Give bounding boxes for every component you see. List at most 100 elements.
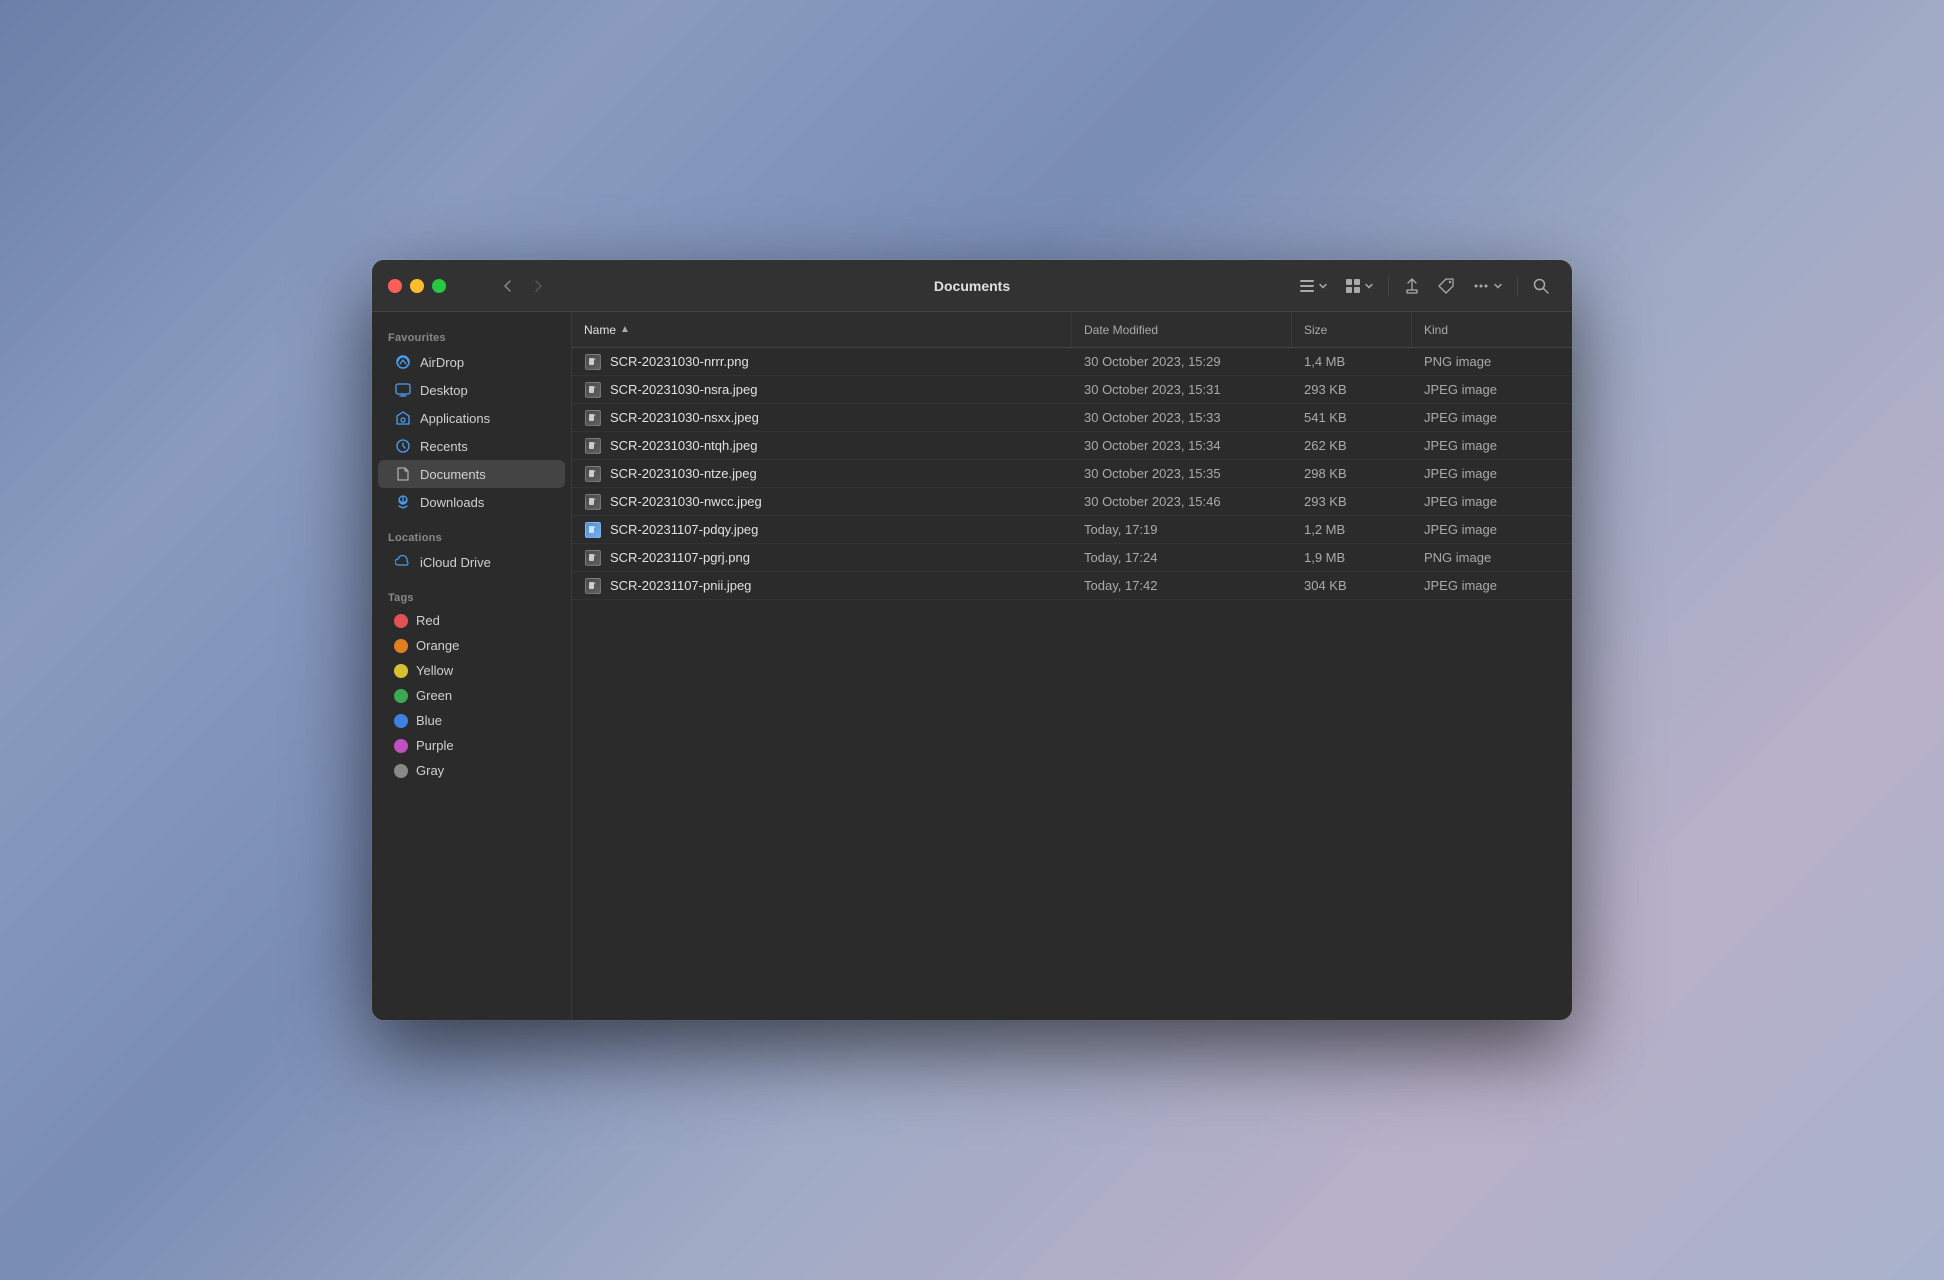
file-size: 298 KB — [1292, 466, 1412, 481]
tag-dot-purple — [394, 739, 408, 753]
file-date: 30 October 2023, 15:35 — [1072, 466, 1292, 481]
locations-label: Locations — [372, 524, 571, 548]
sidebar-item-recents[interactable]: Recents — [378, 432, 565, 460]
back-button[interactable] — [494, 272, 522, 300]
sidebar-item-tag-green[interactable]: Green — [378, 683, 565, 708]
file-date: Today, 17:24 — [1072, 550, 1292, 565]
col-header-name[interactable]: Name ▲ — [572, 312, 1072, 347]
file-date: 30 October 2023, 15:46 — [1072, 494, 1292, 509]
table-row[interactable]: SCR-20231030-nrrr.png 30 October 2023, 1… — [572, 348, 1572, 376]
file-kind: PNG image — [1412, 354, 1572, 369]
sidebar-item-icloud[interactable]: iCloud Drive — [378, 548, 565, 576]
finder-window: Documents — [372, 260, 1572, 1020]
traffic-lights — [388, 279, 446, 293]
grid-view-button[interactable] — [1338, 272, 1380, 300]
file-size: 304 KB — [1292, 578, 1412, 593]
file-name-text: SCR-20231030-nwcc.jpeg — [610, 494, 762, 509]
file-date: 30 October 2023, 15:29 — [1072, 354, 1292, 369]
file-size: 293 KB — [1292, 382, 1412, 397]
share-button[interactable] — [1397, 272, 1427, 300]
file-name-text: SCR-20231107-pgrj.png — [610, 550, 750, 565]
file-kind: JPEG image — [1412, 382, 1572, 397]
file-kind: PNG image — [1412, 550, 1572, 565]
table-row[interactable]: SCR-20231107-pnii.jpeg Today, 17:42 304 … — [572, 572, 1572, 600]
tag-dot-green — [394, 689, 408, 703]
sidebar-item-applications[interactable]: Applications — [378, 404, 565, 432]
tag-green-label: Green — [416, 688, 452, 703]
recents-label: Recents — [420, 439, 468, 454]
table-row[interactable]: SCR-20231107-pdqy.jpeg Today, 17:19 1,2 … — [572, 516, 1572, 544]
sidebar-item-airdrop[interactable]: AirDrop — [378, 348, 565, 376]
file-name-cell: SCR-20231030-nrrr.png — [572, 353, 1072, 371]
tag-dot-yellow — [394, 664, 408, 678]
toolbar-separator-2 — [1517, 276, 1518, 296]
recents-icon — [394, 437, 412, 455]
table-row[interactable]: SCR-20231107-pgrj.png Today, 17:24 1,9 M… — [572, 544, 1572, 572]
sidebar-item-tag-red[interactable]: Red — [378, 608, 565, 633]
nav-buttons — [494, 272, 552, 300]
search-button[interactable] — [1526, 272, 1556, 300]
tag-dot-orange — [394, 639, 408, 653]
icloud-icon — [394, 553, 412, 571]
file-name-text: SCR-20231030-nrrr.png — [610, 354, 749, 369]
sidebar-item-documents[interactable]: Documents — [378, 460, 565, 488]
table-row[interactable]: SCR-20231030-nsxx.jpeg 30 October 2023, … — [572, 404, 1572, 432]
table-row[interactable]: SCR-20231030-ntqh.jpeg 30 October 2023, … — [572, 432, 1572, 460]
sort-arrow-name: ▲ — [620, 324, 630, 335]
tag-blue-label: Blue — [416, 713, 442, 728]
file-kind: JPEG image — [1412, 466, 1572, 481]
table-row[interactable]: SCR-20231030-ntze.jpeg 30 October 2023, … — [572, 460, 1572, 488]
sidebar-item-tag-purple[interactable]: Purple — [378, 733, 565, 758]
file-kind: JPEG image — [1412, 522, 1572, 537]
table-row[interactable]: SCR-20231030-nsra.jpeg 30 October 2023, … — [572, 376, 1572, 404]
file-date: 30 October 2023, 15:31 — [1072, 382, 1292, 397]
file-name-cell: SCR-20231107-pnii.jpeg — [572, 577, 1072, 595]
file-date: Today, 17:19 — [1072, 522, 1292, 537]
file-date: Today, 17:42 — [1072, 578, 1292, 593]
downloads-icon — [394, 493, 412, 511]
documents-icon — [394, 465, 412, 483]
file-icon — [584, 521, 602, 539]
title-bar: Documents — [372, 260, 1572, 312]
tag-orange-label: Orange — [416, 638, 459, 653]
col-header-size[interactable]: Size — [1292, 312, 1412, 347]
file-name-cell: SCR-20231030-nsra.jpeg — [572, 381, 1072, 399]
file-area: Name ▲ Date Modified Size Kind — [572, 312, 1572, 1020]
tag-yellow-label: Yellow — [416, 663, 453, 678]
file-size: 1,4 MB — [1292, 354, 1412, 369]
file-kind: JPEG image — [1412, 578, 1572, 593]
sidebar-item-tag-gray[interactable]: Gray — [378, 758, 565, 783]
sidebar-item-tag-orange[interactable]: Orange — [378, 633, 565, 658]
file-icon — [584, 465, 602, 483]
downloads-label: Downloads — [420, 495, 484, 510]
more-button[interactable] — [1465, 272, 1509, 300]
tags-label: Tags — [372, 584, 571, 608]
tag-red-label: Red — [416, 613, 440, 628]
column-headers: Name ▲ Date Modified Size Kind — [572, 312, 1572, 348]
airdrop-icon — [394, 353, 412, 371]
minimize-button[interactable] — [410, 279, 424, 293]
forward-button[interactable] — [524, 272, 552, 300]
file-size: 1,9 MB — [1292, 550, 1412, 565]
col-header-kind[interactable]: Kind — [1412, 312, 1572, 347]
sidebar-item-desktop[interactable]: Desktop — [378, 376, 565, 404]
table-row[interactable]: SCR-20231030-nwcc.jpeg 30 October 2023, … — [572, 488, 1572, 516]
file-kind: JPEG image — [1412, 494, 1572, 509]
file-name-cell: SCR-20231107-pdqy.jpeg — [572, 521, 1072, 539]
tag-button[interactable] — [1431, 272, 1461, 300]
window-title: Documents — [934, 278, 1010, 294]
file-name-cell: SCR-20231030-nsxx.jpeg — [572, 409, 1072, 427]
file-kind: JPEG image — [1412, 438, 1572, 453]
file-icon — [584, 549, 602, 567]
desktop-icon — [394, 381, 412, 399]
sidebar-item-tag-yellow[interactable]: Yellow — [378, 658, 565, 683]
col-header-date[interactable]: Date Modified — [1072, 312, 1292, 347]
sidebar-item-downloads[interactable]: Downloads — [378, 488, 565, 516]
list-view-button[interactable] — [1292, 272, 1334, 300]
sidebar-item-tag-blue[interactable]: Blue — [378, 708, 565, 733]
file-date: 30 October 2023, 15:34 — [1072, 438, 1292, 453]
close-button[interactable] — [388, 279, 402, 293]
file-name-cell: SCR-20231030-ntqh.jpeg — [572, 437, 1072, 455]
file-icon — [584, 381, 602, 399]
maximize-button[interactable] — [432, 279, 446, 293]
